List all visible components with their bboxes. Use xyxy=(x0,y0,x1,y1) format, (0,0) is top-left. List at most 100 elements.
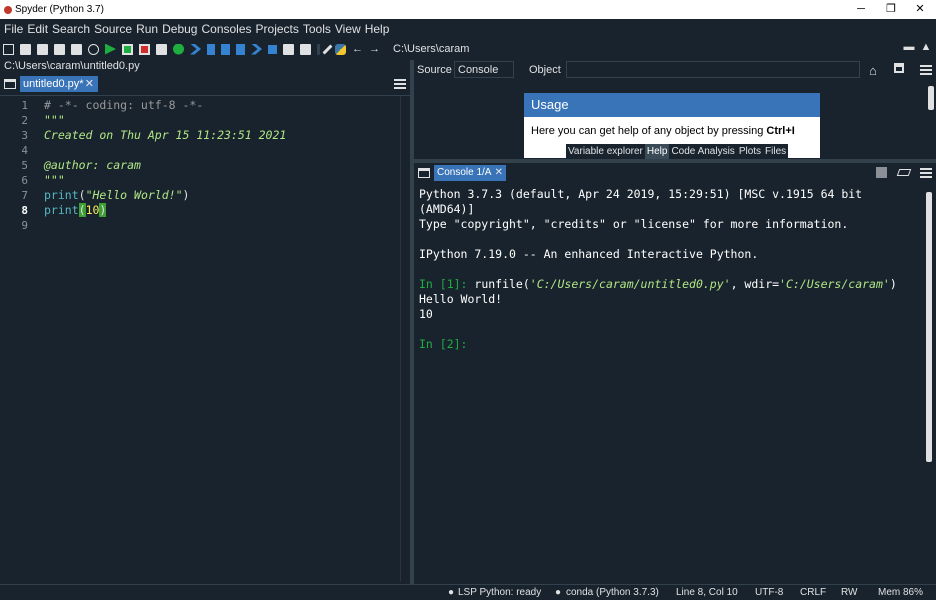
preferences-wrench-icon[interactable] xyxy=(322,44,333,54)
stop-kernel-icon[interactable] xyxy=(876,167,887,178)
line-number: 3 xyxy=(21,129,28,142)
line-endings: CRLF xyxy=(800,587,827,598)
line-number: 4 xyxy=(21,144,28,157)
minimize-button[interactable]: ─ xyxy=(846,0,876,19)
list-icon[interactable] xyxy=(71,43,82,55)
tab-code-analysis[interactable]: Code Analysis xyxy=(669,144,736,159)
back-arrow-icon[interactable]: ← xyxy=(352,43,363,55)
new-file-icon[interactable] xyxy=(3,43,14,55)
working-directory-combo[interactable]: C:\Users\caram xyxy=(388,41,898,57)
menu-search[interactable]: Search xyxy=(52,22,90,36)
code-line-6: """ xyxy=(44,173,65,187)
tab-help[interactable]: Help xyxy=(644,144,670,159)
console-banner-line: Type "copyright", "credits" or "license"… xyxy=(419,217,849,231)
help-object-input[interactable] xyxy=(566,61,860,78)
continue-icon[interactable] xyxy=(251,43,262,55)
run-selection-icon[interactable] xyxy=(156,43,167,55)
lsp-status-icon: ● xyxy=(448,587,455,598)
home-icon[interactable]: ⌂ xyxy=(869,63,877,78)
menu-view[interactable]: View xyxy=(335,22,361,36)
code-line-3: Created on Thu Apr 15 11:23:51 2021 xyxy=(44,128,287,142)
rerun-icon[interactable] xyxy=(173,43,184,55)
line-number-gutter: 1 2 3 4 5 6 7 8 9 xyxy=(0,96,36,582)
conda-env-status[interactable]: conda (Python 3.7.3) xyxy=(566,587,659,598)
number-literal: 10 xyxy=(85,203,100,217)
save-file-icon[interactable] xyxy=(37,43,48,55)
parent-directory-icon[interactable]: ▲ xyxy=(920,41,932,53)
console-tab-label: Console 1/A xyxy=(437,167,492,178)
menu-projects[interactable]: Projects xyxy=(256,22,299,36)
toolbar-separator xyxy=(317,43,320,55)
run-cell-icon[interactable] xyxy=(122,43,133,55)
save-all-icon[interactable] xyxy=(54,43,65,55)
lsp-status: LSP Python: ready xyxy=(458,587,542,598)
help-source-combo[interactable] xyxy=(454,61,514,78)
forward-arrow-icon[interactable]: → xyxy=(369,43,380,55)
console-banner-line: Python 3.7.3 (default, Apr 24 2019, 15:2… xyxy=(419,187,863,201)
maximize-pane-icon[interactable] xyxy=(283,43,294,55)
input-prompt: In [1]: xyxy=(419,277,468,291)
tab-console-1a[interactable]: Console 1/A ✕ xyxy=(434,165,506,181)
step-icon[interactable] xyxy=(207,43,215,55)
toolbar-right-group: ▬ ▲ xyxy=(898,41,932,53)
code-editor[interactable]: 1 2 3 4 5 6 7 8 9 # -*- coding: utf-8 -*… xyxy=(0,95,410,582)
editor-scrollbar[interactable] xyxy=(400,96,410,582)
tab-files[interactable]: Files xyxy=(763,144,788,159)
runfile-close: ) xyxy=(889,277,897,291)
console-options-menu-icon[interactable] xyxy=(920,168,932,178)
input-prompt-current[interactable]: In [2]: xyxy=(419,337,467,352)
code-line-2: """ xyxy=(44,113,65,127)
editor-options-menu-icon[interactable] xyxy=(394,79,406,89)
ipython-console[interactable]: Python 3.7.3 (default, Apr 24 2019, 15:2… xyxy=(414,185,936,582)
plugin-tab-bar: Variable explorer Help Code Analysis Plo… xyxy=(566,144,789,159)
help-source-label: Source xyxy=(417,64,452,76)
console-scrollbar[interactable] xyxy=(926,192,932,462)
runfile-path: 'C:/Users/caram/untitled0.py' xyxy=(529,277,731,291)
editor-file-path: C:\Users\caram\untitled0.py xyxy=(4,60,140,72)
menu-run[interactable]: Run xyxy=(136,22,158,36)
console-tab-bar: Console 1/A ✕ xyxy=(414,163,936,183)
code-line-5: @author: caram xyxy=(44,158,141,172)
help-options-menu-icon[interactable] xyxy=(920,65,932,75)
menu-file[interactable]: File xyxy=(4,22,23,36)
tab-untitled0[interactable]: untitled0.py* ✕ xyxy=(20,76,98,92)
menu-consoles[interactable]: Consoles xyxy=(201,22,251,36)
memory-usage: Mem 86% xyxy=(878,587,924,598)
menu-debug[interactable]: Debug xyxy=(162,22,197,36)
code-text-area[interactable]: # -*- coding: utf-8 -*- """ Created on T… xyxy=(42,96,400,582)
menu-source[interactable]: Source xyxy=(94,22,132,36)
open-file-icon[interactable] xyxy=(20,43,31,55)
console-banner-line: IPython 7.19.0 -- An enhanced Interactiv… xyxy=(419,247,759,261)
menu-tools[interactable]: Tools xyxy=(303,22,331,36)
python-path-icon[interactable] xyxy=(335,43,346,55)
browse-console-tabs-icon[interactable] xyxy=(418,168,430,178)
lock-icon[interactable] xyxy=(894,63,904,73)
conda-env-icon: ● xyxy=(555,587,562,598)
menu-edit[interactable]: Edit xyxy=(27,22,48,36)
restore-button[interactable]: ❐ xyxy=(876,0,906,19)
menu-help[interactable]: Help xyxy=(365,22,390,36)
clear-console-eraser-icon[interactable] xyxy=(896,169,912,176)
close-console-tab-icon[interactable]: ✕ xyxy=(495,165,503,181)
browse-tabs-icon[interactable] xyxy=(4,79,16,89)
file-encoding: UTF-8 xyxy=(755,587,784,598)
status-bar: ● LSP Python: ready ● conda (Python 3.7.… xyxy=(0,584,936,600)
line-number: 7 xyxy=(21,189,28,202)
tab-plots[interactable]: Plots xyxy=(737,144,763,159)
run-file-icon[interactable] xyxy=(105,43,116,55)
step-return-icon[interactable] xyxy=(236,43,245,55)
close-window-button[interactable]: ✕ xyxy=(905,0,935,19)
window-title: Spyder (Python 3.7) xyxy=(15,4,104,15)
line-number: 1 xyxy=(21,99,28,112)
debug-icon[interactable] xyxy=(190,43,201,55)
editor-tab-bar: untitled0.py* ✕ xyxy=(0,75,412,93)
stop-debug-icon[interactable] xyxy=(268,44,277,54)
help-scrollbar[interactable] xyxy=(928,86,934,110)
fullscreen-icon[interactable] xyxy=(300,43,311,55)
run-cell-advance-icon[interactable] xyxy=(139,43,150,55)
browse-folder-icon[interactable]: ▬ xyxy=(903,41,915,53)
step-into-icon[interactable] xyxy=(221,43,230,55)
close-tab-icon[interactable]: ✕ xyxy=(85,76,94,92)
tab-variable-explorer[interactable]: Variable explorer xyxy=(566,144,645,159)
at-icon[interactable] xyxy=(88,43,99,55)
